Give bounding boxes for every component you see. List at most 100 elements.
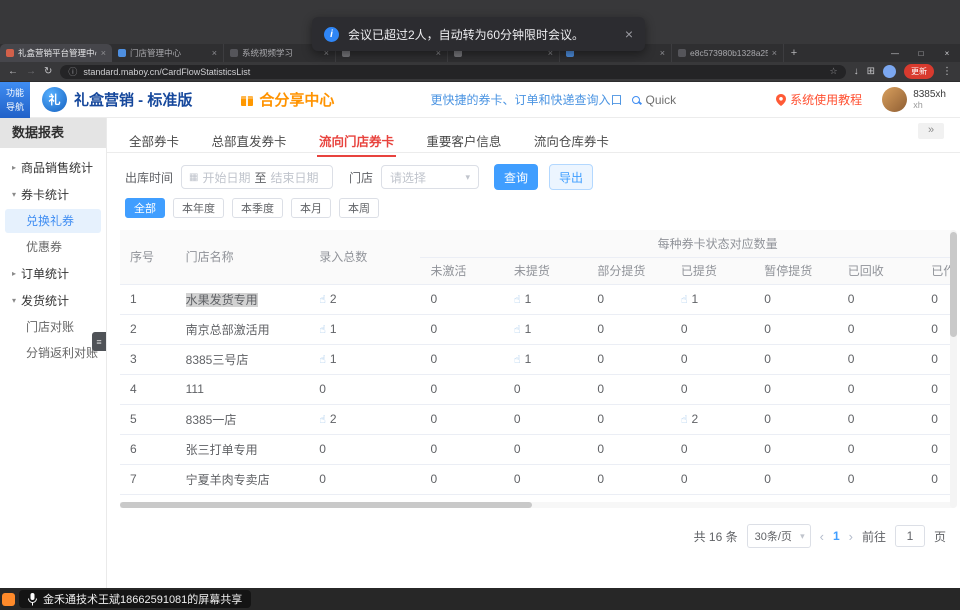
menu-dots-icon[interactable]: ⋮ [942, 66, 952, 77]
cell-value: 0 [597, 322, 604, 336]
sidebar-item-store-reconciliation[interactable]: 门店对账 [0, 314, 106, 340]
table-cell: 0 [420, 434, 503, 464]
cell-value: 0 [597, 472, 604, 486]
browser-tab[interactable]: 礼盒营销平台管理中心 × [0, 44, 112, 62]
column-header-status: 部分提货 [587, 257, 670, 284]
sidebar-item-card-stats[interactable]: ▾ 券卡统计 [0, 181, 106, 208]
table-cell: 0 [838, 464, 921, 494]
tab-store-flow-cards[interactable]: 流向门店券卡 [317, 125, 396, 157]
sidebar: 数据报表 ▸ 商品销售统计 ▾ 券卡统计 兑换礼券 优惠券 ▸ 订单统计 ▾ [0, 118, 107, 588]
goto-page-input[interactable] [895, 525, 925, 547]
table-row: 58385一店☝2000☝2000689.0 [120, 404, 953, 434]
end-date-placeholder[interactable]: 结束日期 [271, 169, 319, 186]
sidebar-item-product-sales-stats[interactable]: ▸ 商品销售统计 [0, 154, 106, 181]
browser-profile-avatar[interactable] [883, 65, 896, 78]
forward-icon[interactable]: → [26, 66, 36, 77]
taskbar-app-icon[interactable] [2, 593, 15, 606]
refresh-icon[interactable]: ↻ [44, 66, 52, 77]
cell-value: 2 [330, 412, 337, 426]
close-button[interactable]: × [934, 44, 960, 62]
table-cell[interactable]: ☝1 [309, 314, 420, 344]
tab-label: 系统视频学习 [242, 47, 320, 59]
maximize-button[interactable]: □ [908, 44, 934, 62]
function-nav-button[interactable]: 功能 导航 [0, 82, 30, 118]
export-button[interactable]: 导出 [549, 164, 593, 190]
browser-tab[interactable]: 门店管理中心 × [112, 44, 224, 62]
tab-hq-direct-cards[interactable]: 总部直发券卡 [209, 125, 288, 156]
user-avatar[interactable] [882, 87, 907, 112]
share-center-link[interactable]: 合分享中心 [240, 89, 334, 110]
table-cell: 0 [921, 344, 953, 374]
screen-share-banner: 金禾通技术王斌18662591081的屏幕共享 [19, 590, 251, 608]
cell-value: 0 [681, 442, 688, 456]
table-cell: 0 [420, 464, 503, 494]
tab-close-icon[interactable]: × [212, 48, 217, 58]
table-cell: 0 [587, 434, 670, 464]
panel-collapse-button[interactable]: » [918, 123, 944, 139]
tab-all-cards[interactable]: 全部券卡 [127, 125, 181, 156]
tab-close-icon[interactable]: × [101, 48, 106, 58]
current-page[interactable]: 1 [833, 529, 840, 543]
sidebar-item-distribution-rebate[interactable]: 分销返利对账 [0, 340, 106, 366]
table-cell[interactable]: ☝1 [309, 344, 420, 374]
table-cell[interactable]: ☝2 [309, 404, 420, 434]
page-size-select[interactable]: 30条/页 ▾ [747, 524, 811, 548]
quick-filter-all[interactable]: 全部 [125, 198, 165, 218]
start-date-placeholder[interactable]: 开始日期 [202, 169, 250, 186]
vertical-scrollbar[interactable] [950, 230, 957, 508]
horizontal-scrollbar-thumb[interactable] [120, 502, 532, 508]
tab-close-icon[interactable]: × [772, 48, 777, 58]
store-name-cell: 8385三号店 [176, 344, 310, 374]
quick-filter-quarter[interactable]: 本季度 [232, 198, 283, 218]
table-cell[interactable]: ☝2 [309, 284, 420, 314]
quick-search[interactable]: Quick [632, 93, 676, 107]
sidebar-collapse-handle[interactable]: ≡ [92, 332, 106, 351]
sidebar-item-delivery-stats[interactable]: ▾ 发货统计 [0, 287, 106, 314]
quick-filter-month[interactable]: 本月 [291, 198, 331, 218]
table-cell[interactable]: ☝1 [671, 284, 754, 314]
download-icon[interactable]: ↓ [854, 66, 859, 77]
new-tab-button[interactable]: + [784, 44, 804, 62]
quick-filter-week[interactable]: 本周 [339, 198, 379, 218]
back-icon[interactable]: ← [8, 66, 18, 77]
table-cell: 7 [120, 464, 176, 494]
quick-filter-year[interactable]: 本年度 [173, 198, 224, 218]
table-cell[interactable]: ☝1 [504, 284, 587, 314]
date-range-input[interactable]: ▦ 开始日期 至 结束日期 [181, 165, 333, 189]
sidebar-menu: ▸ 商品销售统计 ▾ 券卡统计 兑换礼券 优惠券 ▸ 订单统计 ▾ 发货统计 门… [0, 148, 106, 366]
sidebar-item-order-stats[interactable]: ▸ 订单统计 [0, 260, 106, 287]
cell-value: 111 [186, 382, 204, 396]
table-cell[interactable]: ☝1 [504, 314, 587, 344]
cell-value: 0 [514, 382, 521, 396]
browser-tab[interactable]: e8c573980b1328a2584d2a6... × [672, 44, 784, 62]
notification-close-icon[interactable]: × [625, 26, 633, 42]
site-info-icon[interactable]: ⓘ [68, 65, 77, 78]
column-header-status: 未激活 [420, 257, 503, 284]
cell-value: 0 [848, 322, 855, 336]
tab-vip-customer-info[interactable]: 重要客户信息 [424, 125, 503, 156]
url-bar[interactable]: ⓘ standard.maboy.cn/CardFlowStatisticsLi… [60, 65, 845, 79]
table-cell[interactable]: ☝2 [671, 404, 754, 434]
table-cell: 0 [754, 374, 837, 404]
store-name-cell: 宁夏羊肉专卖店 [176, 464, 310, 494]
sidebar-item-exchange-coupon[interactable]: 兑换礼券 [5, 209, 101, 233]
browser-update-button[interactable]: 更新 [904, 64, 934, 79]
sidebar-item-discount-coupon[interactable]: 优惠券 [0, 234, 106, 260]
table-cell[interactable]: ☝1 [504, 344, 587, 374]
tab-favicon [6, 49, 14, 57]
hand-pointer-icon: ☝ [319, 294, 326, 306]
vertical-scrollbar-thumb[interactable] [950, 232, 957, 337]
tab-warehouse-flow-cards[interactable]: 流向仓库券卡 [532, 125, 611, 156]
next-page-icon[interactable]: › [849, 529, 853, 544]
extensions-icon[interactable]: ⊞ [867, 66, 875, 77]
screen: 礼盒营销平台管理中心 × 门店管理中心 × 系统视频学习 × × × × [0, 0, 960, 610]
store-select[interactable]: 请选择 ▾ [381, 165, 479, 189]
horizontal-scrollbar[interactable] [120, 502, 953, 508]
prev-page-icon[interactable]: ‹ [820, 529, 824, 544]
tutorial-link[interactable]: 系统使用教程 [776, 91, 862, 108]
minimize-button[interactable]: — [882, 44, 908, 62]
search-button[interactable]: 查询 [494, 164, 538, 190]
table-cell: 0 [420, 284, 503, 314]
tab-close-icon[interactable]: × [660, 48, 665, 58]
bookmark-star-icon[interactable]: ☆ [830, 66, 838, 77]
